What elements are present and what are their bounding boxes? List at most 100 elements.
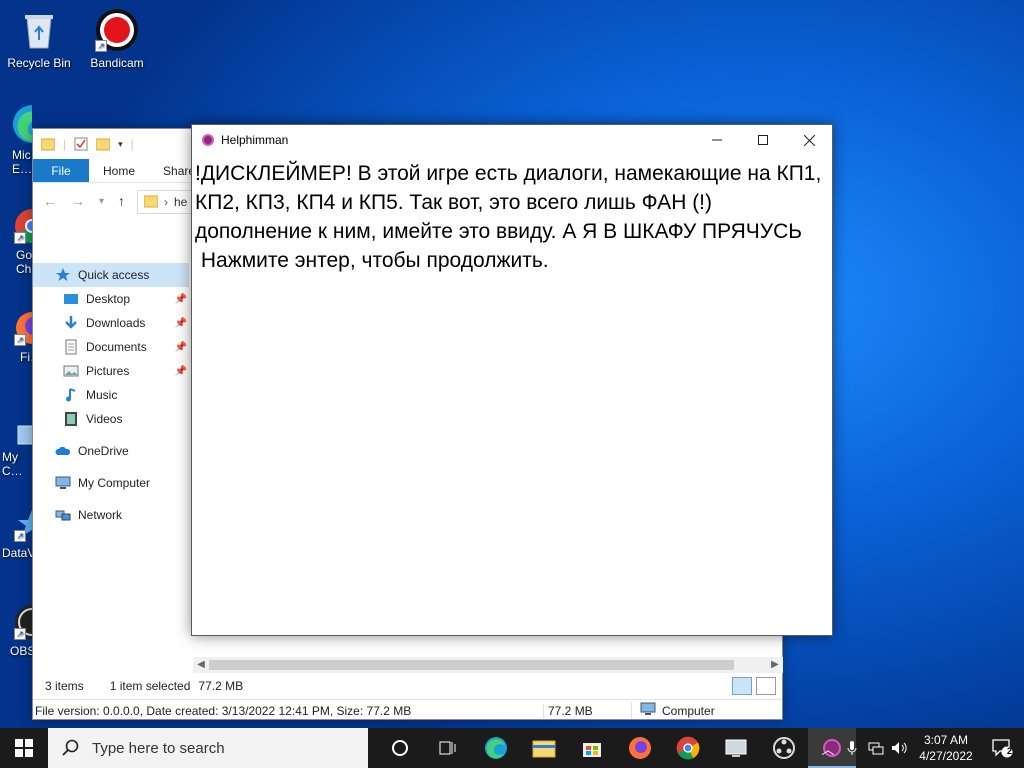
desktop-icon-bandicam[interactable]: ↗ Bandicam bbox=[80, 8, 154, 70]
task-view-icon bbox=[439, 741, 456, 755]
maximize-icon bbox=[758, 135, 768, 145]
large-icons-view-button[interactable] bbox=[756, 677, 776, 695]
nav-my-computer[interactable]: My Computer bbox=[33, 471, 189, 495]
desktop-icon-label: My C… bbox=[2, 450, 23, 478]
nav-quick-access[interactable]: Quick access bbox=[33, 263, 189, 287]
desktop-icon-chrome[interactable]: ↗ Go… Ch… bbox=[0, 208, 32, 276]
desktop-icon-firefox[interactable]: ↗ Fi… bbox=[0, 310, 32, 364]
selection-count: 1 item selected bbox=[109, 679, 191, 693]
microphone-icon[interactable] bbox=[840, 728, 864, 768]
cortana-button[interactable] bbox=[376, 728, 424, 768]
desktop-icon-obs[interactable]: ↗ OBS… bbox=[0, 604, 32, 658]
task-view-button[interactable] bbox=[424, 728, 472, 768]
document-icon bbox=[63, 339, 79, 355]
tab-home[interactable]: Home bbox=[89, 159, 149, 182]
edge-icon bbox=[485, 737, 507, 759]
search-placeholder: Type here to search bbox=[92, 739, 225, 757]
view-toggle bbox=[732, 677, 776, 695]
scroll-right-icon[interactable]: ▶ bbox=[767, 657, 783, 673]
close-button[interactable] bbox=[786, 125, 832, 155]
chevron-up-icon[interactable]: ︿ bbox=[816, 728, 840, 768]
shortcut-arrow-icon: ↗ bbox=[14, 628, 26, 640]
nav-videos[interactable]: Videos bbox=[33, 407, 189, 431]
horizontal-scrollbar[interactable]: ◀ ▶ bbox=[193, 657, 783, 673]
details-view-button[interactable] bbox=[732, 677, 752, 695]
desktop-icon-edge[interactable]: Mic… E… bbox=[0, 104, 32, 176]
helphimman-window[interactable]: Helphimman !ДИСКЛЕЙМЕР! В этой игре есть… bbox=[191, 124, 833, 636]
back-arrow-icon[interactable]: ← bbox=[43, 193, 57, 209]
chrome-icon bbox=[676, 736, 700, 760]
nav-documents[interactable]: Documents 📌 bbox=[33, 335, 189, 359]
nav-desktop[interactable]: Desktop 📌 bbox=[33, 287, 189, 311]
folder-icon bbox=[40, 137, 56, 151]
nav-onedrive[interactable]: OneDrive bbox=[33, 439, 189, 463]
file-details: File version: 0.0.0.0, Date created: 3/1… bbox=[35, 703, 412, 718]
minimize-icon bbox=[712, 139, 722, 141]
taskbar-edge[interactable] bbox=[472, 728, 520, 768]
properties-icon[interactable] bbox=[74, 137, 88, 151]
video-icon bbox=[63, 411, 79, 427]
taskbar-store[interactable] bbox=[568, 728, 616, 768]
up-arrow-icon[interactable]: ↑ bbox=[118, 193, 125, 209]
store-icon bbox=[583, 743, 601, 757]
nav-pictures[interactable]: Pictures 📌 bbox=[33, 359, 189, 383]
pin-icon[interactable]: 📌 bbox=[175, 318, 187, 329]
network-icon[interactable] bbox=[864, 728, 888, 768]
nav-music[interactable]: Music bbox=[33, 383, 189, 407]
search-box[interactable]: Type here to search bbox=[48, 728, 368, 768]
forward-arrow-icon[interactable]: → bbox=[71, 193, 85, 209]
chevron-right-icon[interactable]: › bbox=[164, 195, 168, 209]
scroll-left-icon[interactable]: ◀ bbox=[193, 657, 209, 673]
folder-icon bbox=[143, 194, 159, 211]
monitor-icon bbox=[725, 739, 747, 757]
separator: | bbox=[63, 137, 67, 151]
new-folder-icon[interactable] bbox=[95, 137, 111, 151]
shortcut-arrow-icon: ↗ bbox=[14, 530, 26, 542]
disclaimer-text: !ДИСКЛЕЙМЕР! В этой игре есть диалоги, н… bbox=[195, 162, 828, 243]
window-title: Helphimman bbox=[221, 133, 289, 147]
clock[interactable]: 3:07 AM 4/27/2022 bbox=[912, 732, 980, 764]
firefox-icon: ↗ bbox=[14, 310, 32, 346]
nav-label: Downloads bbox=[86, 316, 146, 330]
nav-label: Quick access bbox=[78, 268, 150, 282]
chevron-down-icon[interactable]: ▾ bbox=[99, 196, 104, 207]
obs-icon: ↗ bbox=[14, 604, 32, 640]
address-text: he bbox=[174, 195, 188, 209]
separator: | bbox=[130, 137, 134, 151]
tab-file[interactable]: File bbox=[33, 159, 89, 182]
address-bar[interactable]: › he bbox=[137, 190, 197, 214]
continue-prompt: Нажмите энтер, чтобы продолжить. bbox=[195, 249, 549, 272]
recycle-bin-icon bbox=[17, 8, 61, 52]
nav-network[interactable]: Network bbox=[33, 503, 189, 527]
taskbar-file-explorer[interactable] bbox=[520, 728, 568, 768]
windows-logo-icon bbox=[15, 739, 33, 757]
game-text-area: !ДИСКЛЕЙМЕР! В этой игре есть диалоги, н… bbox=[195, 159, 827, 275]
chevron-down-icon[interactable]: ▾ bbox=[118, 139, 123, 150]
action-center-button[interactable]: 2 bbox=[980, 728, 1024, 768]
desktop-icon-my-computer[interactable]: My C… bbox=[0, 410, 32, 478]
app-icon bbox=[202, 134, 214, 146]
clock-time: 3:07 AM bbox=[923, 733, 969, 747]
download-icon bbox=[63, 315, 79, 331]
scrollbar-thumb[interactable] bbox=[209, 660, 734, 670]
desktop-icon-label: Mic… E… bbox=[12, 148, 32, 176]
start-button[interactable] bbox=[0, 728, 48, 768]
taskbar-chrome[interactable] bbox=[664, 728, 712, 768]
shortcut-arrow-icon: ↗ bbox=[14, 232, 26, 244]
taskbar-screenshot-tool[interactable] bbox=[712, 728, 760, 768]
desktop-icon-label: Recycle Bin bbox=[7, 56, 71, 70]
cloud-icon bbox=[55, 443, 71, 459]
nav-downloads[interactable]: Downloads 📌 bbox=[33, 311, 189, 335]
item-count: 3 items bbox=[45, 679, 84, 693]
volume-icon[interactable] bbox=[888, 728, 912, 768]
taskbar-firefox[interactable] bbox=[616, 728, 664, 768]
pin-icon[interactable]: 📌 bbox=[175, 366, 187, 377]
desktop-icon-label: Bandicam bbox=[90, 56, 144, 70]
maximize-button[interactable] bbox=[740, 125, 786, 155]
desktop-icon-recycle-bin[interactable]: Recycle Bin bbox=[2, 8, 76, 70]
pin-icon[interactable]: 📌 bbox=[175, 342, 187, 353]
taskbar-obs[interactable] bbox=[760, 728, 808, 768]
pin-icon[interactable]: 📌 bbox=[175, 294, 187, 305]
minimize-button[interactable] bbox=[694, 125, 740, 155]
desktop-icon-datav[interactable]: ↗ DataV… bbox=[0, 506, 32, 560]
